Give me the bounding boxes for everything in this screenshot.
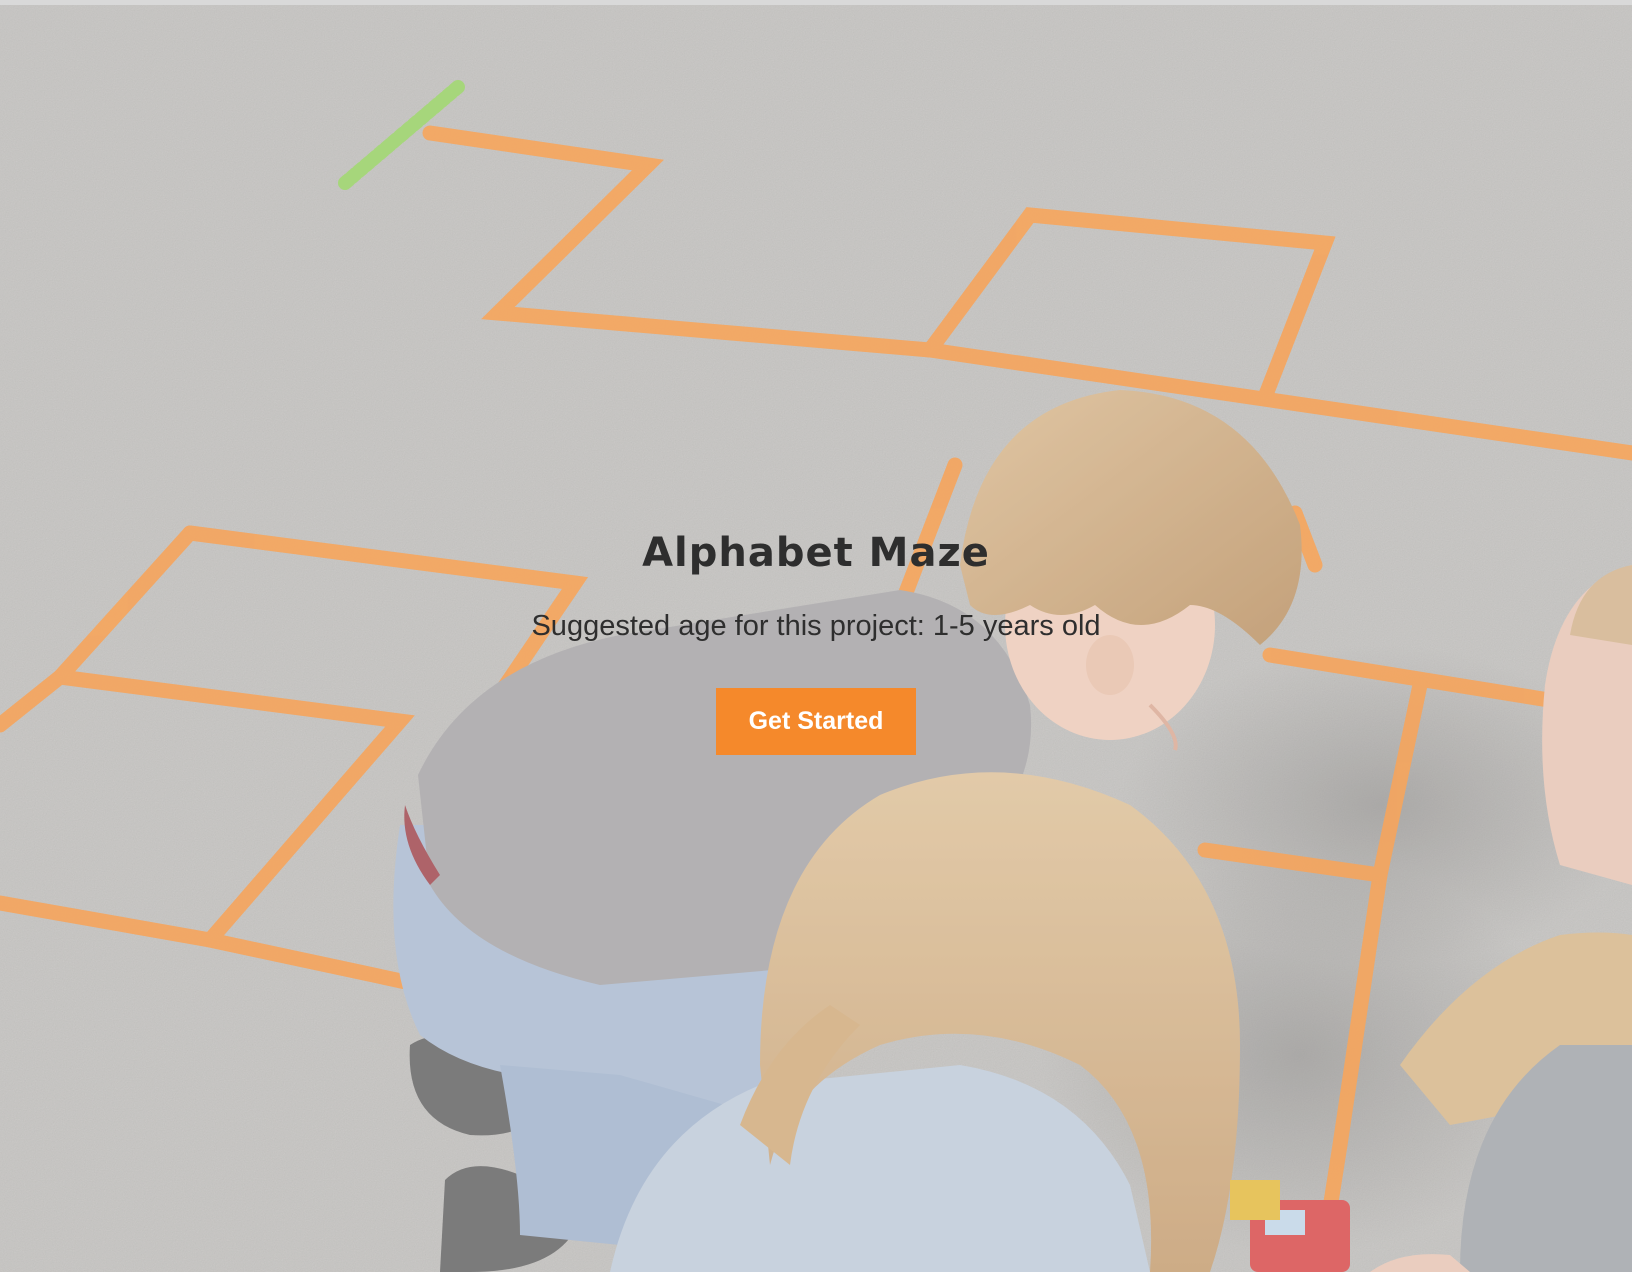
age-suggestion: Suggested age for this project: 1-5 year… <box>531 610 1101 642</box>
get-started-button[interactable]: Get Started <box>716 688 916 755</box>
top-border <box>0 0 1632 5</box>
hero-page: Alphabet Maze Suggested age for this pro… <box>0 0 1632 1272</box>
page-title: Alphabet Maze <box>642 530 990 576</box>
hero-content: Alphabet Maze Suggested age for this pro… <box>0 528 1632 755</box>
